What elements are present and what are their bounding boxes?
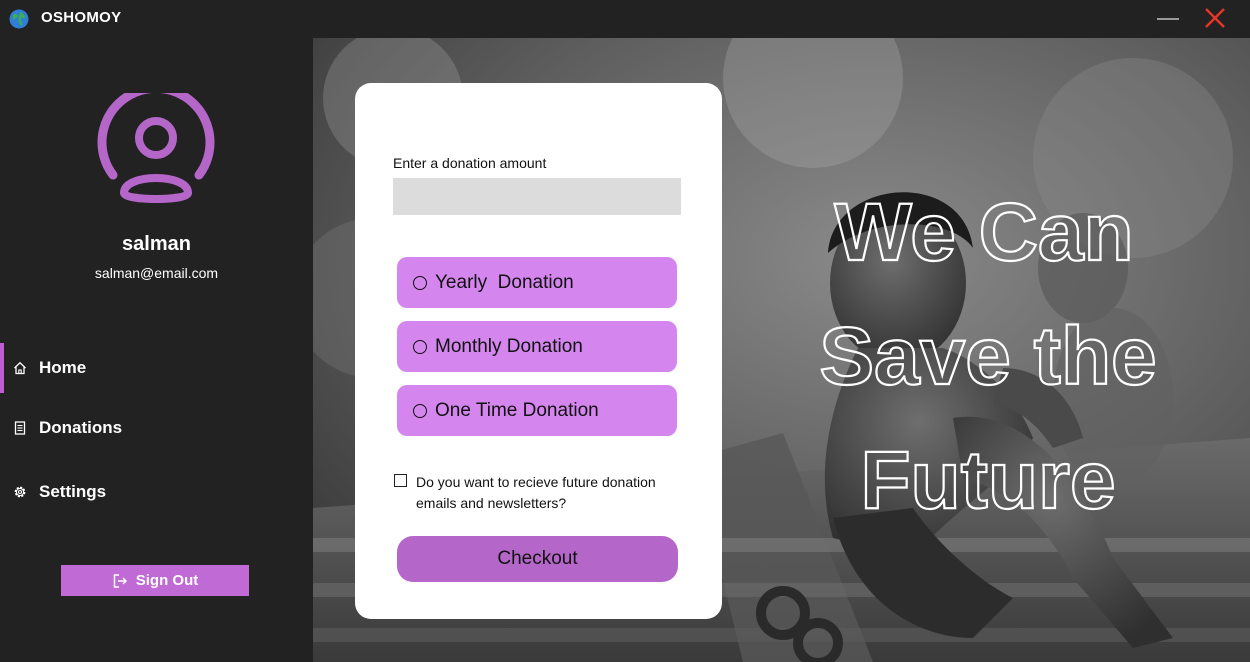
gear-icon	[14, 486, 26, 498]
checkout-label: Checkout	[497, 548, 578, 569]
home-icon	[14, 361, 26, 375]
radio-button[interactable]	[413, 403, 427, 418]
donation-form-card: Enter a donation amount Yearly Donation …	[355, 83, 722, 619]
option-label: Monthly Donation	[435, 335, 583, 357]
one-time-donation-option[interactable]: One Time Donation	[397, 385, 677, 436]
close-button[interactable]	[1200, 5, 1230, 33]
sidebar-item-settings[interactable]: Settings	[0, 467, 313, 517]
sign-out-icon	[113, 573, 127, 588]
hero-slogan-line-3: Future	[860, 435, 1115, 526]
globe-icon	[9, 9, 29, 29]
receipt-icon	[14, 421, 26, 435]
sign-out-label: Sign Out	[135, 572, 199, 589]
sidebar-item-donations[interactable]: Donations	[0, 403, 313, 453]
checkout-button[interactable]: Checkout	[397, 536, 678, 582]
sign-out-button[interactable]: Sign Out	[61, 565, 249, 596]
sidebar-item-label: Donations	[39, 418, 123, 437]
user-email: salman@email.com	[94, 265, 219, 281]
app-title: OSHOMOY	[41, 9, 122, 26]
hero-slogan-line-1: We Can	[834, 187, 1133, 278]
user-name: salman	[122, 233, 191, 255]
radio-button[interactable]	[413, 339, 427, 354]
option-label: One Time Donation	[435, 399, 599, 421]
newsletter-label: Do you want to recieve future donation e…	[416, 474, 656, 511]
user-avatar-icon	[97, 93, 215, 203]
sidebar-item-home[interactable]: Home	[0, 343, 313, 393]
title-bar: OSHOMOY	[0, 0, 1250, 38]
yearly-donation-option[interactable]: Yearly Donation	[397, 257, 677, 308]
minimize-button[interactable]	[1153, 0, 1183, 38]
sidebar-item-label: Home	[39, 358, 87, 377]
sidebar-item-label: Settings	[39, 482, 107, 501]
radio-button[interactable]	[413, 275, 427, 290]
newsletter-checkbox[interactable]	[394, 474, 407, 487]
monthly-donation-option[interactable]: Monthly Donation	[397, 321, 677, 372]
donation-amount-label: Enter a donation amount	[393, 155, 547, 171]
hero-slogan-line-2: Save the	[819, 311, 1156, 402]
option-label: Yearly Donation	[435, 271, 574, 293]
donation-amount-input[interactable]	[393, 178, 681, 215]
sidebar: salman salman@email.com Home Donations S…	[0, 38, 313, 662]
